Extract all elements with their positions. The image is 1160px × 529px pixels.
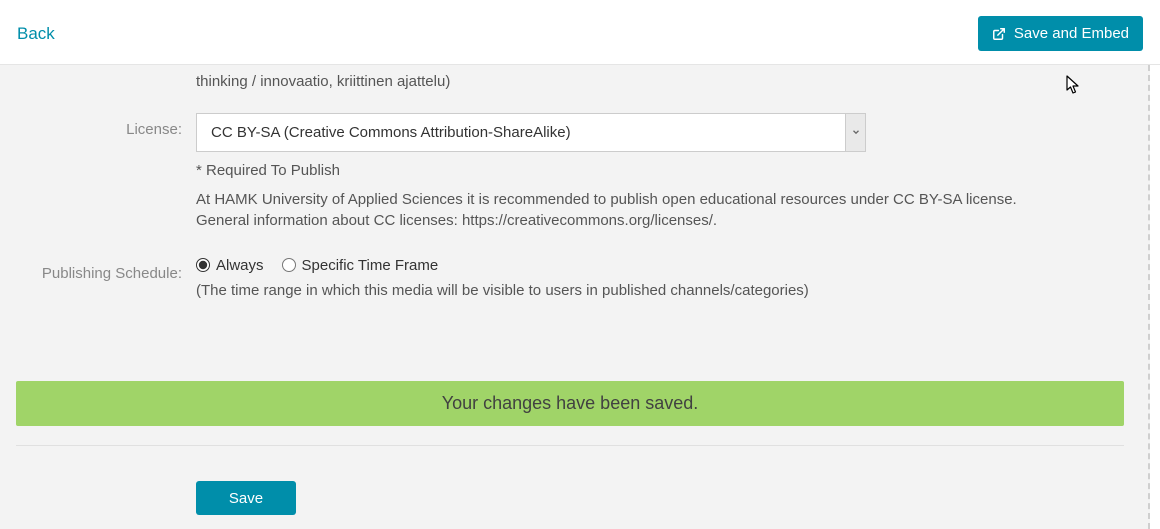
schedule-specific-label: Specific Time Frame — [302, 257, 439, 274]
content-area: thinking / innovaatio, kriittinen ajatte… — [0, 65, 1150, 529]
schedule-always-label: Always — [216, 257, 264, 274]
schedule-radio-group: Always Specific Time Frame — [196, 257, 1100, 274]
publishing-schedule-row: Publishing Schedule: Always Specific Tim… — [0, 257, 1148, 299]
license-required-note: * Required To Publish — [196, 160, 1056, 181]
save-and-embed-button[interactable]: Save and Embed — [978, 16, 1143, 51]
schedule-radio-specific[interactable] — [282, 258, 296, 272]
schedule-option-specific[interactable]: Specific Time Frame — [282, 257, 439, 274]
license-help-text: At HAMK University of Applied Sciences i… — [196, 189, 1056, 231]
schedule-radio-always[interactable] — [196, 258, 210, 272]
license-label: License: — [0, 113, 196, 138]
success-alert-message: Your changes have been saved. — [442, 393, 699, 414]
schedule-help-text: (The time range in which this media will… — [196, 282, 1100, 299]
divider — [16, 445, 1124, 446]
license-select[interactable]: CC BY-SA (Creative Commons Attribution-S… — [196, 113, 866, 152]
license-selected-value: CC BY-SA (Creative Commons Attribution-S… — [197, 114, 845, 151]
clipped-text-fragment: thinking / innovaatio, kriittinen ajatte… — [0, 65, 1148, 93]
license-row: License: CC BY-SA (Creative Commons Attr… — [0, 113, 1148, 231]
publishing-schedule-label: Publishing Schedule: — [0, 257, 196, 282]
schedule-option-always[interactable]: Always — [196, 257, 264, 274]
save-button[interactable]: Save — [196, 481, 296, 515]
back-link[interactable]: Back — [17, 24, 55, 44]
chevron-down-icon[interactable] — [845, 114, 865, 151]
external-link-icon — [992, 27, 1006, 41]
success-alert: Your changes have been saved. — [16, 381, 1124, 426]
top-bar: Back Save and Embed — [0, 0, 1160, 65]
save-and-embed-label: Save and Embed — [1014, 25, 1129, 42]
